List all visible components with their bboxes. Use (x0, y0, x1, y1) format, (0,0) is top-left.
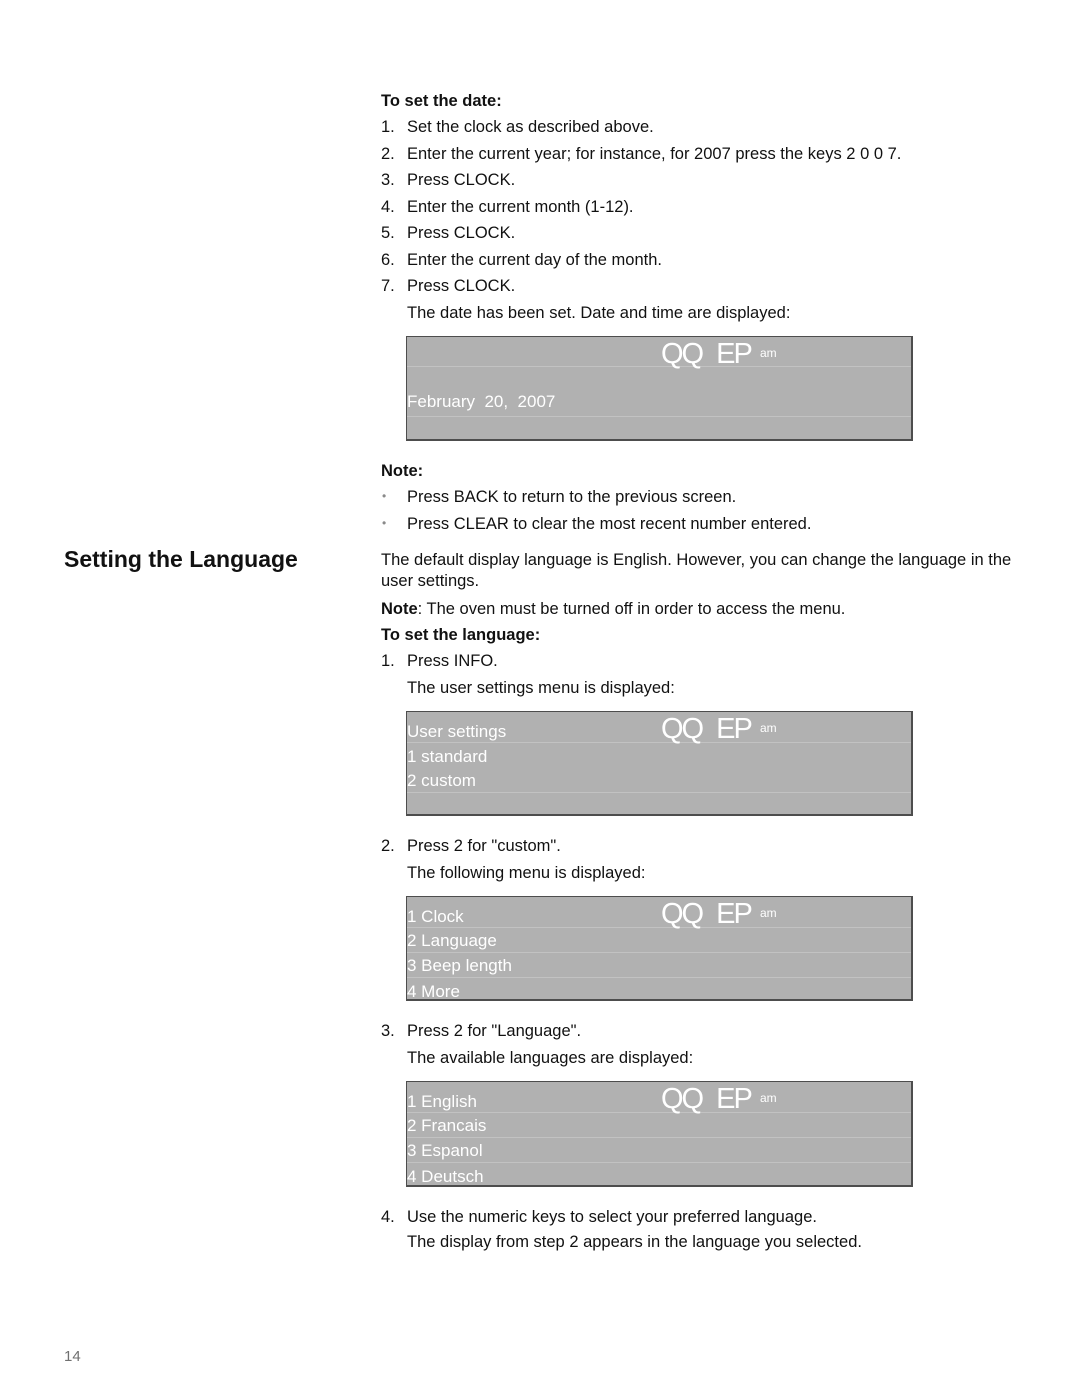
display-row-text: 2 Francais (407, 1116, 487, 1135)
date-display-panel: February 20, 2007 QQ EP am (406, 336, 913, 441)
step-number: 5. (381, 224, 395, 242)
display-row: 1 English (407, 1082, 911, 1113)
step-number: 4. (381, 198, 395, 216)
display-clock: QQ EP (661, 1083, 753, 1115)
clock-minutes: EP (716, 1083, 753, 1115)
display-row-text: 3 Espanol (407, 1141, 483, 1160)
date-result-text: The date has been set. Date and time are… (407, 304, 791, 322)
step-number: 4. (381, 1208, 395, 1226)
step-text: Press 2 for "custom". (407, 837, 561, 855)
display-row: 2 Language (407, 928, 911, 953)
oven-note: Note: The oven must be turned off in ord… (381, 599, 845, 619)
display-row: 4 Deutsch (407, 1163, 911, 1186)
step-result-text: The available languages are displayed: (407, 1049, 694, 1067)
display-row (407, 417, 911, 439)
clock-hours: QQ (661, 898, 704, 930)
step-text: Set the clock as described above. (407, 118, 654, 136)
display-row: 1 standard (407, 743, 911, 768)
display-row: 3 Beep length (407, 953, 911, 978)
step-text: Enter the current year; for instance, fo… (407, 145, 902, 163)
step-text: Enter the current day of the month. (407, 251, 662, 269)
language-section-heading: To set the language: (381, 626, 541, 644)
display-row (407, 337, 911, 367)
clock-minutes: EP (716, 898, 753, 930)
display-clock: QQ EP (661, 713, 753, 745)
clock-hours: QQ (661, 1083, 704, 1115)
oven-note-label: Note (381, 600, 418, 618)
user-settings-display-panel: User settings 1 standard 2 custom QQ EP a… (406, 711, 913, 816)
bullet-text: Press BACK to return to the previous scr… (407, 488, 737, 506)
display-row-text: 4 Deutsch (407, 1167, 484, 1186)
display-row-text: 3 Beep length (407, 956, 512, 975)
display-ampm: am (760, 346, 777, 360)
oven-note-text: : The oven must be turned off in order t… (417, 600, 846, 618)
step-number: 6. (381, 251, 395, 269)
bullet-icon: • (382, 489, 387, 503)
bullet-icon: • (382, 516, 387, 530)
display-row-text: 1 English (407, 1092, 477, 1111)
display-row-text: 1 standard (407, 747, 488, 766)
step-number: 3. (381, 1022, 395, 1040)
language-intro-paragraph: The default display language is English.… (381, 551, 1012, 590)
display-row: 2 custom (407, 768, 911, 793)
display-ampm: am (760, 1091, 777, 1105)
section-title: Setting the Language (64, 546, 298, 572)
step-text: Press 2 for "Language". (407, 1022, 582, 1040)
display-row-text: 4 More (407, 982, 460, 1001)
display-row: 2 Francais (407, 1113, 911, 1138)
clock-minutes: EP (716, 713, 753, 745)
step-number: 2. (381, 145, 395, 163)
display-row-text: 2 Language (407, 931, 497, 950)
display-row: 1 Clock (407, 897, 911, 928)
step-number: 1. (381, 652, 395, 670)
display-row: February 20, 2007 (407, 367, 911, 417)
clock-minutes: EP (716, 338, 753, 370)
step-result-text: The display from step 2 appears in the l… (407, 1233, 862, 1251)
step-text: Press INFO. (407, 652, 498, 670)
date-section-heading: To set the date: (381, 92, 502, 110)
step-number: 7. (381, 277, 395, 295)
custom-menu-display-panel: 1 Clock 2 Language 3 Beep length 4 More … (406, 896, 913, 1001)
step-text: Enter the current month (1-12). (407, 198, 634, 216)
step-number: 3. (381, 171, 395, 189)
display-ampm: am (760, 721, 777, 735)
step-number: 1. (381, 118, 395, 136)
display-clock: QQ EP (661, 338, 753, 370)
clock-hours: QQ (661, 713, 704, 745)
step-text: Press CLOCK. (407, 224, 516, 242)
display-row: 3 Espanol (407, 1138, 911, 1163)
display-row (407, 793, 911, 814)
display-row: 4 More (407, 978, 911, 1001)
display-row-text: 2 custom (407, 771, 476, 790)
display-date-text: February 20, 2007 (407, 392, 556, 411)
language-list-display-panel: 1 English 2 Francais 3 Espanol 4 Deutsch… (406, 1081, 913, 1187)
step-result-text: The following menu is displayed: (407, 864, 646, 882)
step-number: 2. (381, 837, 395, 855)
bullet-text: Press CLEAR to clear the most recent num… (407, 515, 812, 533)
display-row: User settings (407, 712, 911, 743)
display-row-text: 1 Clock (407, 907, 464, 926)
clock-hours: QQ (661, 338, 704, 370)
display-ampm: am (760, 906, 777, 920)
step-text: Use the numeric keys to select your pref… (407, 1208, 817, 1226)
display-row-text: User settings (407, 722, 507, 741)
note-label: Note: (381, 462, 424, 480)
display-clock: QQ EP (661, 898, 753, 930)
step-text: Press CLOCK. (407, 277, 516, 295)
page-number: 14 (64, 1348, 81, 1365)
step-result-text: The user settings menu is displayed: (407, 679, 675, 697)
step-text: Press CLOCK. (407, 171, 516, 189)
